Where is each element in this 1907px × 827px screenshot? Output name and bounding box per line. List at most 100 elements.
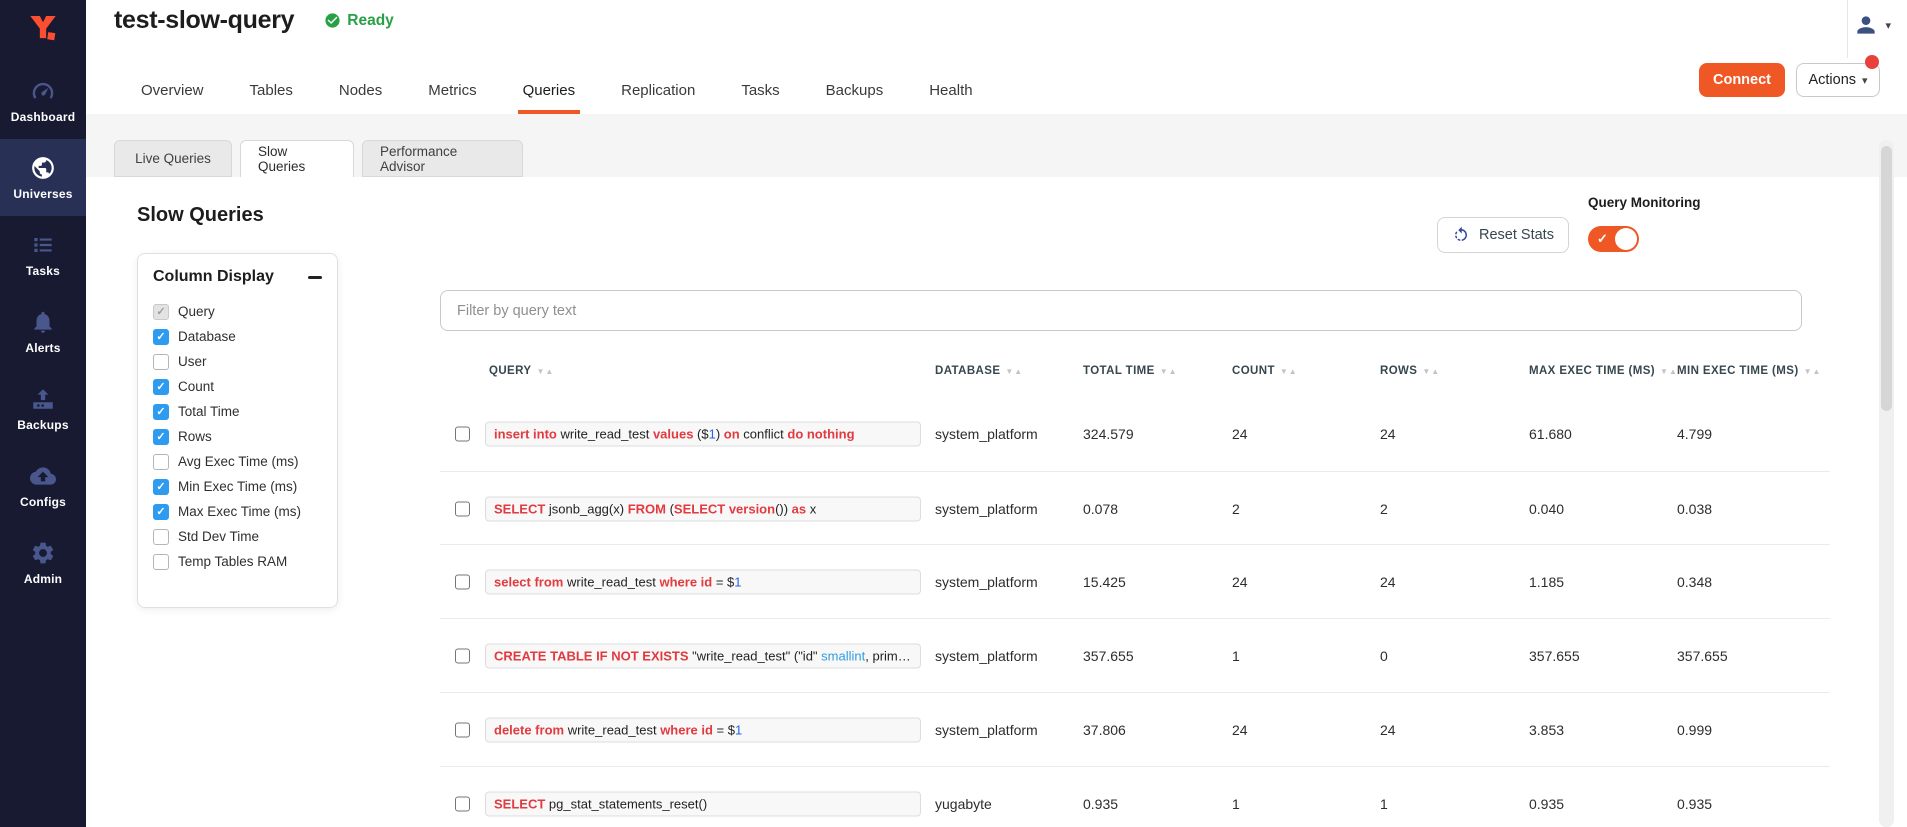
actions-button[interactable]: Actions ▾ <box>1796 63 1880 97</box>
row-checkbox[interactable] <box>455 796 470 811</box>
query-monitoring-toggle[interactable]: ✓ <box>1588 226 1639 252</box>
column-option-label: Query <box>178 304 215 319</box>
checkbox-icon[interactable] <box>153 554 169 570</box>
table-row: SELECT jsonb_agg(x) FROM (SELECT version… <box>440 471 1830 546</box>
column-header-count[interactable]: COUNT▼▲ <box>1232 365 1298 377</box>
query-text[interactable]: CREATE TABLE IF NOT EXISTS "write_read_t… <box>485 644 921 669</box>
tab-health[interactable]: Health <box>906 67 995 114</box>
sidebar-item-admin[interactable]: Admin <box>0 524 86 601</box>
row-checkbox[interactable] <box>455 427 470 442</box>
sidebar-item-tasks[interactable]: Tasks <box>0 216 86 293</box>
column-option-label: Max Exec Time (ms) <box>178 504 301 519</box>
title-row: test-slow-query Ready <box>114 6 394 35</box>
column-option-database[interactable]: ✓Database <box>153 324 322 349</box>
tab-backups[interactable]: Backups <box>803 67 907 114</box>
app: DashboardUniversesTasksAlertsBackupsConf… <box>0 0 1907 827</box>
cell-rows: 1 <box>1380 796 1388 812</box>
sidebar-item-dashboard[interactable]: Dashboard <box>0 62 86 139</box>
tab-tables[interactable]: Tables <box>227 67 316 114</box>
column-option-label: Temp Tables RAM <box>178 554 287 569</box>
column-header-label: MAX EXEC TIME (MS) <box>1529 365 1655 377</box>
bell-icon <box>30 309 56 335</box>
connect-button[interactable]: Connect <box>1699 63 1785 97</box>
column-option-avg-exec-time-ms-[interactable]: Avg Exec Time (ms) <box>153 449 322 474</box>
query-text[interactable]: delete from write_read_test where id = $… <box>485 717 921 742</box>
column-option-rows[interactable]: ✓Rows <box>153 424 322 449</box>
sort-icon: ▼▲ <box>1005 367 1023 376</box>
tab-overview[interactable]: Overview <box>118 67 227 114</box>
row-checkbox[interactable] <box>455 575 470 590</box>
cell-max_exec: 3.853 <box>1529 722 1564 738</box>
tab-metrics[interactable]: Metrics <box>405 67 499 114</box>
column-header-rows[interactable]: ROWS▼▲ <box>1380 365 1440 377</box>
checkbox-icon[interactable]: ✓ <box>153 379 169 395</box>
query-text[interactable]: insert into write_read_test values ($1) … <box>485 422 921 447</box>
row-checkbox[interactable] <box>455 501 470 516</box>
chevron-down-icon: ▾ <box>1862 74 1868 87</box>
tab-queries[interactable]: Queries <box>500 67 599 114</box>
reset-stats-button[interactable]: Reset Stats <box>1437 217 1569 253</box>
sidebar-item-universes[interactable]: Universes <box>0 139 86 216</box>
user-menu[interactable]: ▾ <box>1853 12 1891 38</box>
cell-min_exec: 0.038 <box>1677 501 1712 517</box>
column-header-min-exec-time-ms-[interactable]: MIN EXEC TIME (MS)▼▲ <box>1677 365 1821 377</box>
subtab-slow-queries[interactable]: Slow Queries <box>240 140 354 177</box>
table-row: SELECT pg_stat_statements_reset()yugabyt… <box>440 766 1830 827</box>
checkbox-icon[interactable]: ✓ <box>153 329 169 345</box>
column-option-std-dev-time[interactable]: Std Dev Time <box>153 524 322 549</box>
cell-count: 2 <box>1232 501 1240 517</box>
column-option-temp-tables-ram[interactable]: Temp Tables RAM <box>153 549 322 574</box>
collapse-icon[interactable] <box>308 276 322 279</box>
tab-tasks[interactable]: Tasks <box>718 67 802 114</box>
column-header-total-time[interactable]: TOTAL TIME▼▲ <box>1083 365 1178 377</box>
table-row: delete from write_read_test where id = $… <box>440 692 1830 767</box>
column-option-total-time[interactable]: ✓ Total Time <box>153 399 322 424</box>
backup-drive-icon <box>30 386 56 412</box>
query-text[interactable]: SELECT pg_stat_statements_reset() <box>485 791 921 816</box>
gear-icon <box>30 540 56 566</box>
reset-stats-label: Reset Stats <box>1479 227 1554 243</box>
column-display-title: Column Display <box>153 268 274 286</box>
column-display-card: Column Display ✓ Query ✓Database User ✓Count… <box>137 253 338 608</box>
cell-database: system_platform <box>935 722 1038 738</box>
tab-replication[interactable]: Replication <box>598 67 718 114</box>
sidebar-item-configs[interactable]: Configs <box>0 447 86 524</box>
cell-database: system_platform <box>935 501 1038 517</box>
checkbox-icon[interactable] <box>153 529 169 545</box>
row-checkbox[interactable] <box>455 649 470 664</box>
scrollbar-track[interactable] <box>1879 140 1894 827</box>
column-option-min-exec-time-ms-[interactable]: ✓Min Exec Time (ms) <box>153 474 322 499</box>
checkbox-icon[interactable]: ✓ <box>153 504 169 520</box>
checkbox-icon[interactable] <box>153 454 169 470</box>
row-checkbox[interactable] <box>455 722 470 737</box>
column-option-label: Total Time <box>178 404 240 419</box>
tab-nodes[interactable]: Nodes <box>316 67 405 114</box>
query-text[interactable]: SELECT jsonb_agg(x) FROM (SELECT version… <box>485 496 921 521</box>
checkbox-icon[interactable] <box>153 354 169 370</box>
sidebar-item-backups[interactable]: Backups <box>0 370 86 447</box>
yugabyte-logo[interactable] <box>0 8 86 54</box>
dashboard-gauge-icon <box>30 78 56 104</box>
cell-database: system_platform <box>935 426 1038 442</box>
column-header-database[interactable]: DATABASE▼▲ <box>935 365 1023 377</box>
query-text[interactable]: select from write_read_test where id = $… <box>485 570 921 595</box>
checkbox-icon[interactable]: ✓ <box>153 479 169 495</box>
column-option-count[interactable]: ✓Count <box>153 374 322 399</box>
column-option-max-exec-time-ms-[interactable]: ✓ Max Exec Time (ms) <box>153 499 322 524</box>
column-option-user[interactable]: User <box>153 349 322 374</box>
column-header-query[interactable]: QUERY▼▲ <box>489 365 554 377</box>
subtab-live-queries[interactable]: Live Queries <box>114 140 232 177</box>
content: Live QueriesSlow QueriesPerformance Advi… <box>86 114 1907 827</box>
sidebar-item-alerts[interactable]: Alerts <box>0 293 86 370</box>
column-header-max-exec-time-ms-[interactable]: MAX EXEC TIME (MS)▼▲ <box>1529 365 1678 377</box>
subtab-performance-advisor[interactable]: Performance Advisor <box>362 140 523 177</box>
task-list-icon <box>30 232 56 258</box>
checkbox-icon[interactable]: ✓ <box>153 404 169 420</box>
query-filter-input[interactable] <box>440 290 1802 331</box>
column-option-label: Std Dev Time <box>178 529 259 544</box>
scrollbar-thumb[interactable] <box>1881 146 1892 411</box>
checkbox-icon[interactable]: ✓ <box>153 429 169 445</box>
bell-icon <box>30 309 56 335</box>
column-option-label: User <box>178 354 207 369</box>
sidebar-item-label: Admin <box>24 572 62 586</box>
